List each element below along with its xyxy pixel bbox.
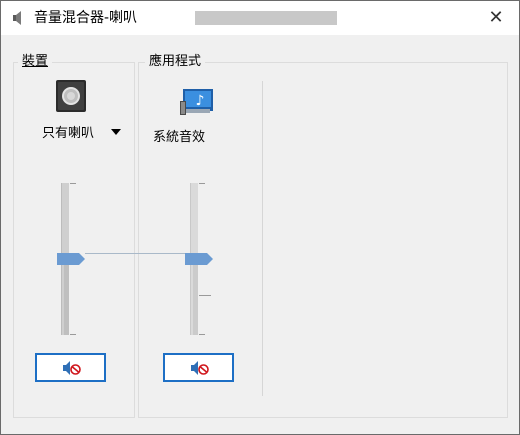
window-title: 音量混合器-喇叭 bbox=[34, 10, 138, 26]
slider-tick bbox=[199, 295, 211, 296]
device-mute-button[interactable] bbox=[35, 353, 106, 382]
chevron-down-icon[interactable] bbox=[111, 129, 121, 135]
app-volume-fill bbox=[193, 259, 198, 335]
volume-link-line bbox=[85, 253, 185, 254]
applications-section-label: 應用程式 bbox=[145, 53, 206, 71]
speaker-muted-icon bbox=[63, 361, 81, 375]
slider-tick bbox=[199, 334, 205, 335]
slider-tick bbox=[70, 334, 76, 335]
speaker-device-icon[interactable] bbox=[56, 80, 86, 112]
app-mute-button[interactable] bbox=[163, 353, 234, 382]
slider-tick bbox=[70, 183, 76, 184]
title-bar: 音量混合器-喇叭 ✕ bbox=[1, 1, 519, 35]
close-button[interactable]: ✕ bbox=[473, 1, 519, 35]
speaker-muted-icon bbox=[191, 361, 209, 375]
device-volume-fill bbox=[64, 259, 69, 335]
slider-tick bbox=[199, 183, 205, 184]
volume-mixer-window: 音量混合器-喇叭 ✕ 裝置 應用程式 只有喇叭 ♪ 系統音效 bbox=[0, 0, 520, 435]
svg-text:♪: ♪ bbox=[196, 93, 205, 109]
device-section-label: 裝置 bbox=[18, 53, 53, 71]
system-sounds-icon[interactable]: ♪ bbox=[180, 83, 220, 119]
application-column-divider bbox=[262, 81, 263, 396]
app-name-system-sounds: 系統音效 bbox=[153, 130, 206, 145]
speaker-icon bbox=[13, 11, 21, 25]
app-volume-thumb[interactable] bbox=[185, 253, 213, 265]
redacted-title-area bbox=[195, 11, 337, 25]
device-volume-thumb[interactable] bbox=[57, 253, 85, 265]
device-selector[interactable]: 只有喇叭 bbox=[42, 125, 94, 143]
